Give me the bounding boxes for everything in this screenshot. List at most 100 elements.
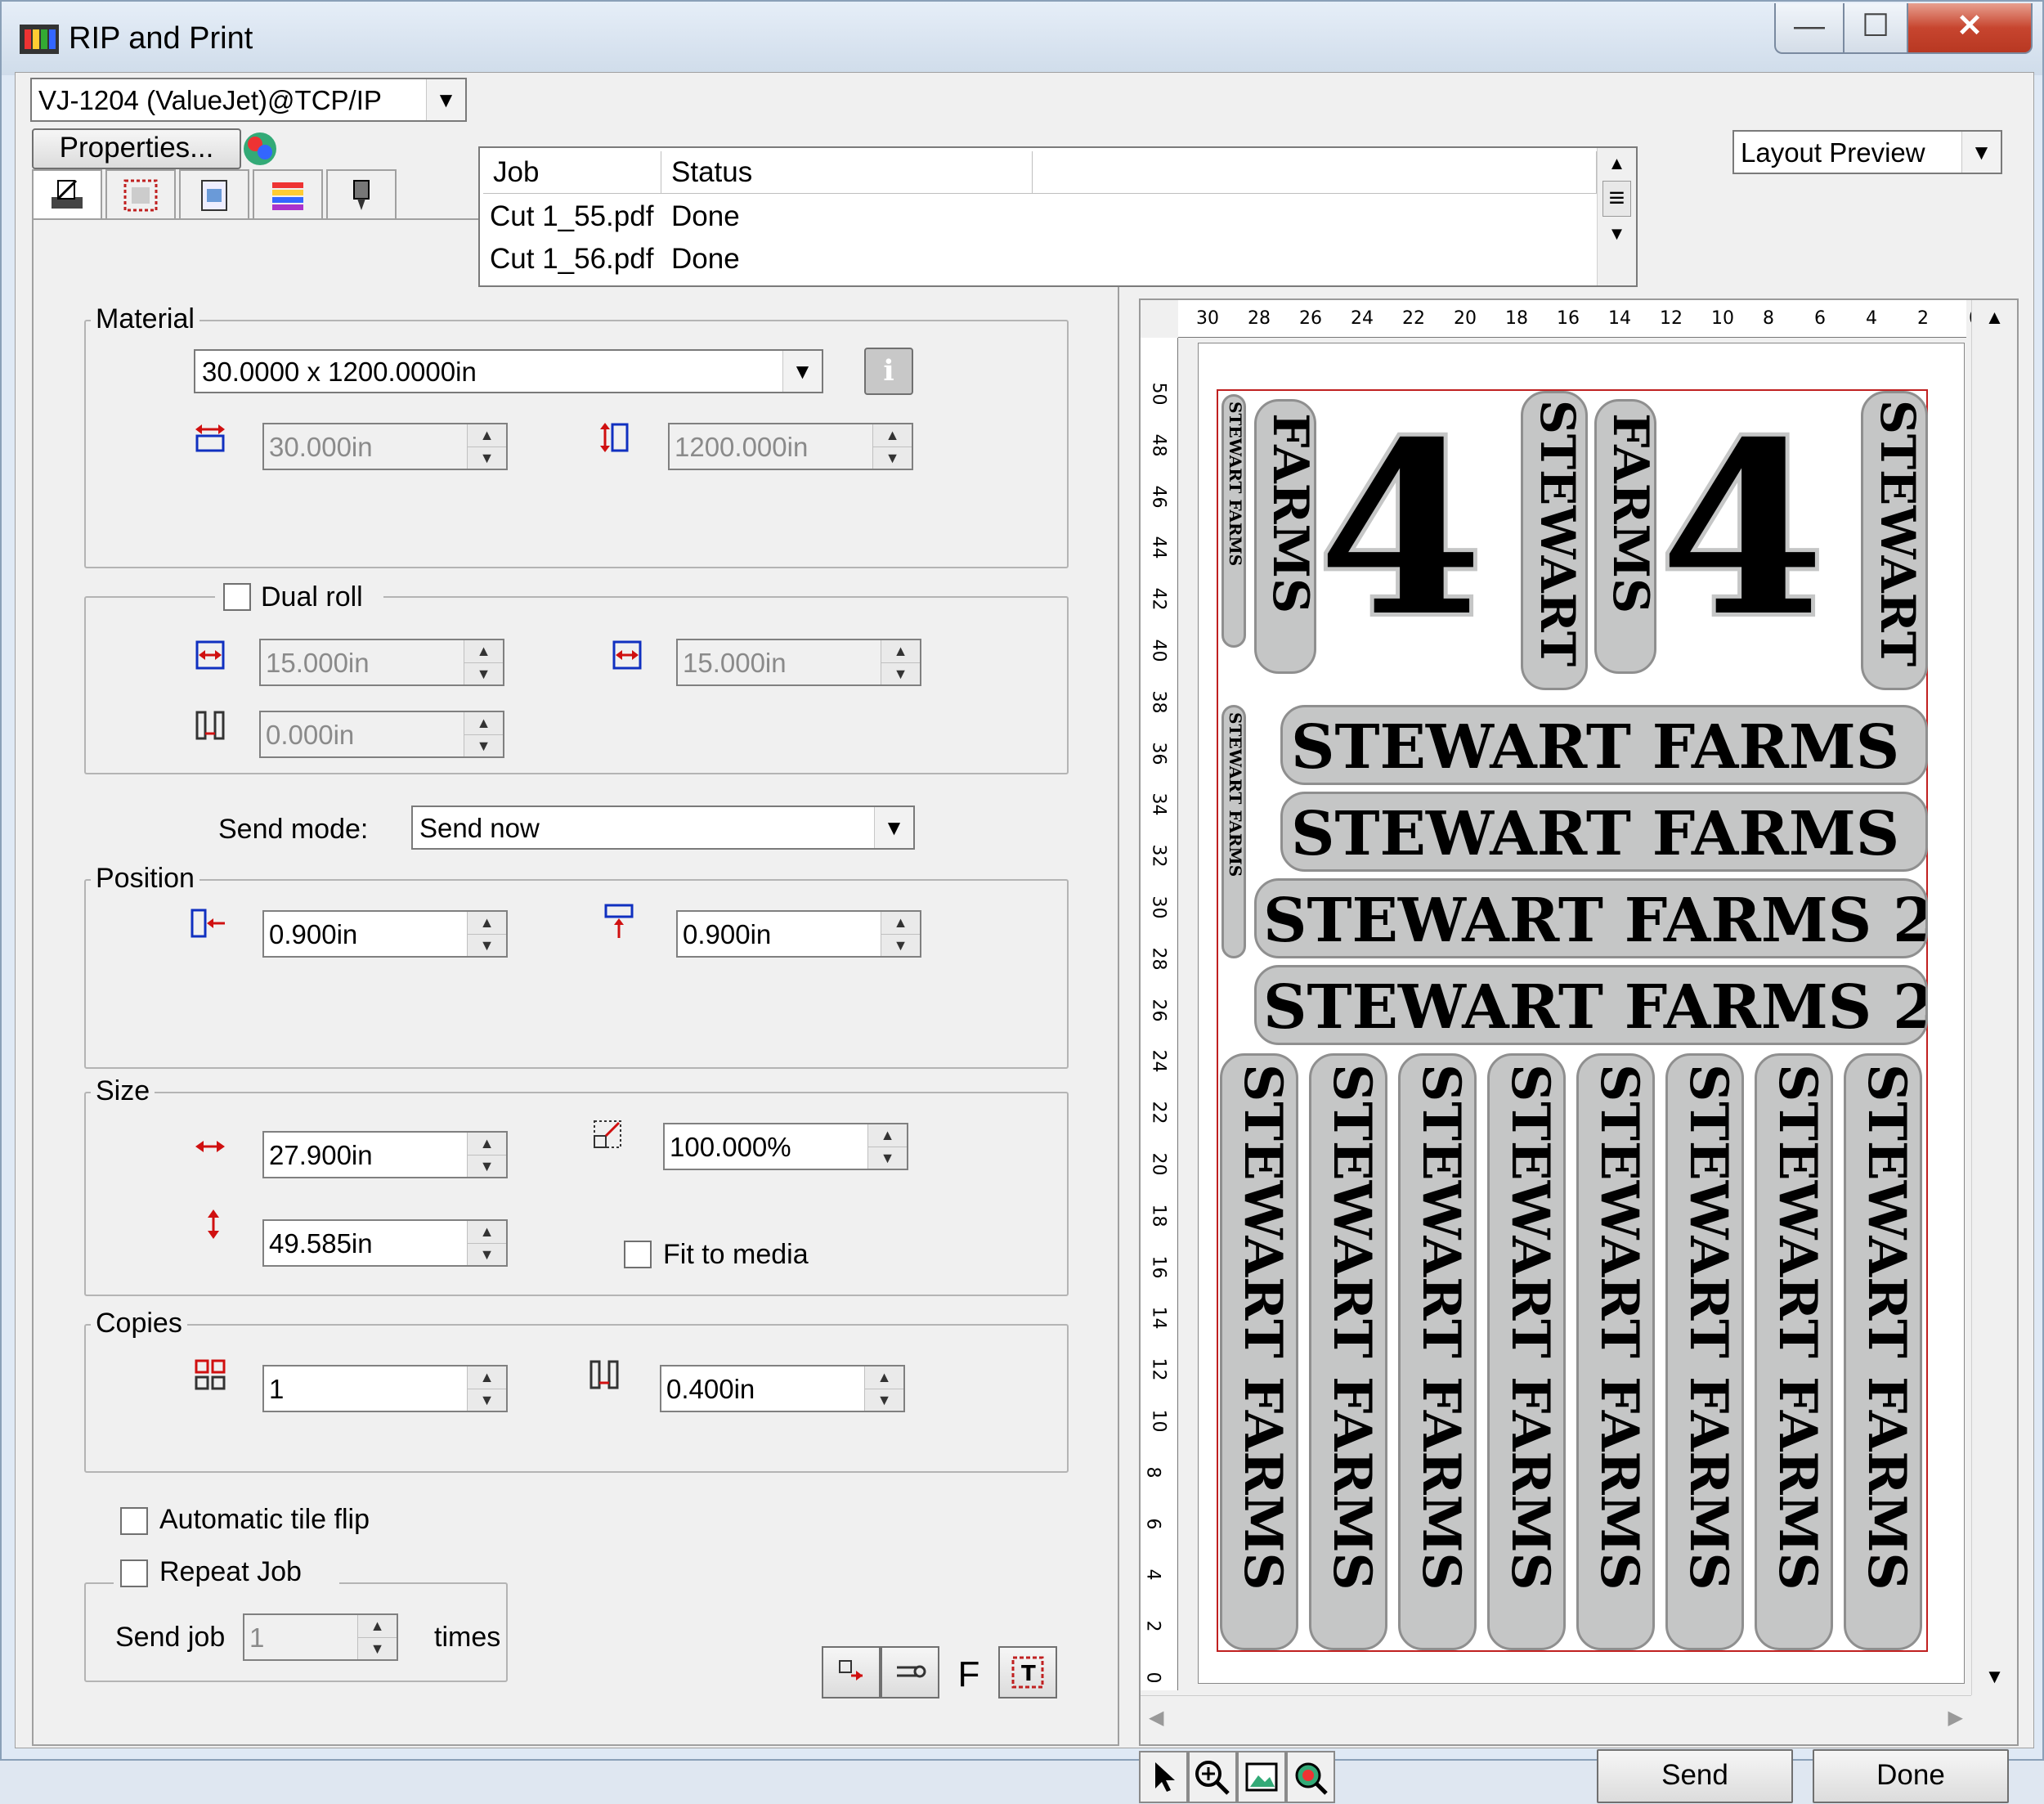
artwork-banner: STEWART FARMS 1: [1280, 705, 1928, 785]
ruler-tick-label: 12: [1148, 1357, 1169, 1381]
plot-options-icon: [897, 1665, 926, 1678]
spin-up-icon[interactable]: ▲: [864, 1366, 903, 1389]
preview-vertical-scrollbar[interactable]: ▲ ▼: [1971, 300, 2017, 1695]
send-mode-label: Send mode:: [218, 814, 369, 845]
zoom-tool-button[interactable]: [1188, 1751, 1237, 1803]
minimize-button[interactable]: —: [1774, 3, 1845, 54]
job-list[interactable]: Job Status Cut 1_55.pdf Done Cut 1_56.pd…: [478, 146, 1638, 287]
artwork-text: STEWART: [1870, 400, 1925, 667]
size-height-field[interactable]: 49.585in ▲ ▼: [262, 1219, 508, 1267]
ruler-tick-label: 10: [1711, 308, 1734, 329]
color-profile-icon[interactable]: [241, 130, 279, 168]
maximize-button[interactable]: ☐: [1843, 3, 1908, 54]
job-list-scrollbar[interactable]: ▲ ≡ ▼: [1597, 148, 1636, 285]
tab-color-bars[interactable]: [253, 169, 323, 220]
view-mode-select[interactable]: Layout Preview ▼: [1732, 130, 2002, 174]
copies-spacing-icon: [589, 1360, 619, 1389]
tab-printer-setup[interactable]: [32, 169, 102, 220]
tab-layout[interactable]: [105, 169, 176, 220]
material-select-value: 30.0000 x 1200.0000in: [202, 357, 477, 387]
spin-down-icon[interactable]: ▼: [467, 1389, 506, 1411]
scroll-left-icon[interactable]: ◀: [1149, 1706, 1163, 1730]
fit-page-tool-button[interactable]: [1237, 1751, 1286, 1803]
layout-preview[interactable]: 302826242220181614121086420 504846444240…: [1139, 298, 2019, 1746]
auto-tile-flip-checkbox[interactable]: [120, 1507, 148, 1535]
position-x-field[interactable]: 0.900in ▲ ▼: [262, 910, 508, 958]
position-y-value: 0.900in: [683, 919, 772, 949]
select-tool-button[interactable]: [1139, 1751, 1188, 1803]
scroll-up-icon[interactable]: ▲: [1972, 307, 2017, 330]
copies-count-field[interactable]: 1 ▲ ▼: [262, 1365, 508, 1412]
spin-down-icon[interactable]: ▼: [864, 1389, 903, 1411]
tab-color[interactable]: [179, 169, 249, 220]
size-width-field[interactable]: 27.900in ▲ ▼: [262, 1131, 508, 1178]
artwork-number: 4: [1314, 391, 1487, 669]
status-column-header[interactable]: Status: [661, 151, 1033, 194]
spin-down-icon[interactable]: ▼: [867, 1147, 907, 1169]
close-button[interactable]: ✕: [1907, 3, 2033, 54]
svg-text:T: T: [1021, 1662, 1036, 1686]
scale-field[interactable]: 100.000% ▲ ▼: [663, 1123, 908, 1170]
properties-button[interactable]: Properties...: [32, 128, 241, 169]
job-row-name[interactable]: Cut 1_56.pdf: [490, 243, 653, 276]
spin-up-icon: ▲: [464, 712, 503, 734]
artwork-text: STEWART FARMS: [1321, 1064, 1383, 1591]
send-mode-value: Send now: [419, 813, 540, 843]
ruler-tick-label: 24: [1148, 1049, 1169, 1073]
font-button[interactable]: F: [939, 1646, 998, 1699]
scroll-right-icon[interactable]: ▶: [1948, 1706, 1963, 1730]
send-button[interactable]: Send: [1597, 1749, 1793, 1803]
ruler-tick-label: 22: [1402, 308, 1425, 329]
spin-down-icon[interactable]: ▼: [467, 1155, 506, 1177]
material-info-button[interactable]: ℹ: [864, 348, 913, 395]
scroll-down-icon[interactable]: ▼: [1972, 1666, 2017, 1689]
artwork-vertical-strip: STEWART FARMS: [1844, 1053, 1922, 1650]
artwork-vertical-strip: STEWART FARMS: [1220, 1053, 1298, 1650]
media-width-field: 30.000in ▲ ▼: [262, 423, 508, 470]
send-mode-select[interactable]: Send now ▼: [411, 806, 915, 850]
tab-cutter[interactable]: [326, 169, 397, 220]
spin-up-icon[interactable]: ▲: [881, 912, 920, 934]
spin-up-icon[interactable]: ▲: [467, 1221, 506, 1243]
artwork-text: STEWART FARMS: [1410, 1064, 1472, 1591]
preview-horizontal-scrollbar[interactable]: ◀ ▶: [1141, 1695, 1971, 1743]
cut-marks-button[interactable]: [822, 1646, 881, 1699]
spin-up-icon[interactable]: ▲: [867, 1124, 907, 1147]
material-select[interactable]: 30.0000 x 1200.0000in ▼: [194, 349, 823, 393]
scroll-up-icon[interactable]: ▲: [1598, 153, 1636, 174]
artwork-text: FARMS: [1262, 413, 1316, 614]
spin-down-icon[interactable]: ▼: [881, 934, 920, 956]
dual-roll-checkbox[interactable]: [223, 583, 251, 611]
ruler-tick-label: 32: [1148, 844, 1169, 868]
color-bars-icon: [272, 182, 303, 210]
plot-options-button[interactable]: [881, 1646, 939, 1699]
color-zoom-tool-button[interactable]: [1286, 1751, 1335, 1803]
spin-down-icon: ▼: [464, 734, 503, 756]
color-image-icon: [201, 180, 227, 211]
artwork-text: STEWART FARMS 2: [1263, 972, 1928, 1043]
artwork-number: 4: [1656, 391, 1829, 669]
scroll-down-icon[interactable]: ▼: [1598, 223, 1636, 245]
job-column-header[interactable]: Job: [483, 151, 661, 194]
spin-down-icon[interactable]: ▼: [467, 1243, 506, 1265]
text-frame-button[interactable]: T: [998, 1646, 1057, 1699]
artwork-text: STEWART FARMS: [1226, 712, 1245, 877]
job-row-name[interactable]: Cut 1_55.pdf: [490, 200, 653, 233]
spin-up-icon[interactable]: ▲: [467, 1133, 506, 1155]
fit-to-media-checkbox[interactable]: [624, 1241, 652, 1268]
printer-select[interactable]: VJ-1204 (ValueJet)@TCP/IP ▼: [30, 78, 467, 122]
copies-spacing-field[interactable]: 0.400in ▲ ▼: [660, 1365, 905, 1412]
settings-panel: Material 30.0000 x 1200.0000in ▼ ℹ 30.00…: [32, 218, 1119, 1746]
done-button[interactable]: Done: [1813, 1749, 2009, 1803]
scroll-thumb[interactable]: ≡: [1602, 181, 1631, 217]
spin-down-icon[interactable]: ▼: [467, 934, 506, 956]
ruler-tick-label: 36: [1148, 742, 1169, 765]
printable-area: STEWART FARMS FARMS 4 STEWART FARMS 4 ST…: [1217, 389, 1928, 1652]
ruler-tick-label: 8: [1142, 1466, 1163, 1479]
spin-up-icon[interactable]: ▲: [467, 1366, 506, 1389]
auto-tile-flip-label: Automatic tile flip: [159, 1504, 370, 1535]
spin-up-icon[interactable]: ▲: [467, 912, 506, 934]
position-y-field[interactable]: 0.900in ▲ ▼: [676, 910, 921, 958]
repeat-job-checkbox[interactable]: [120, 1559, 148, 1587]
spin-down-icon: ▼: [357, 1637, 397, 1659]
